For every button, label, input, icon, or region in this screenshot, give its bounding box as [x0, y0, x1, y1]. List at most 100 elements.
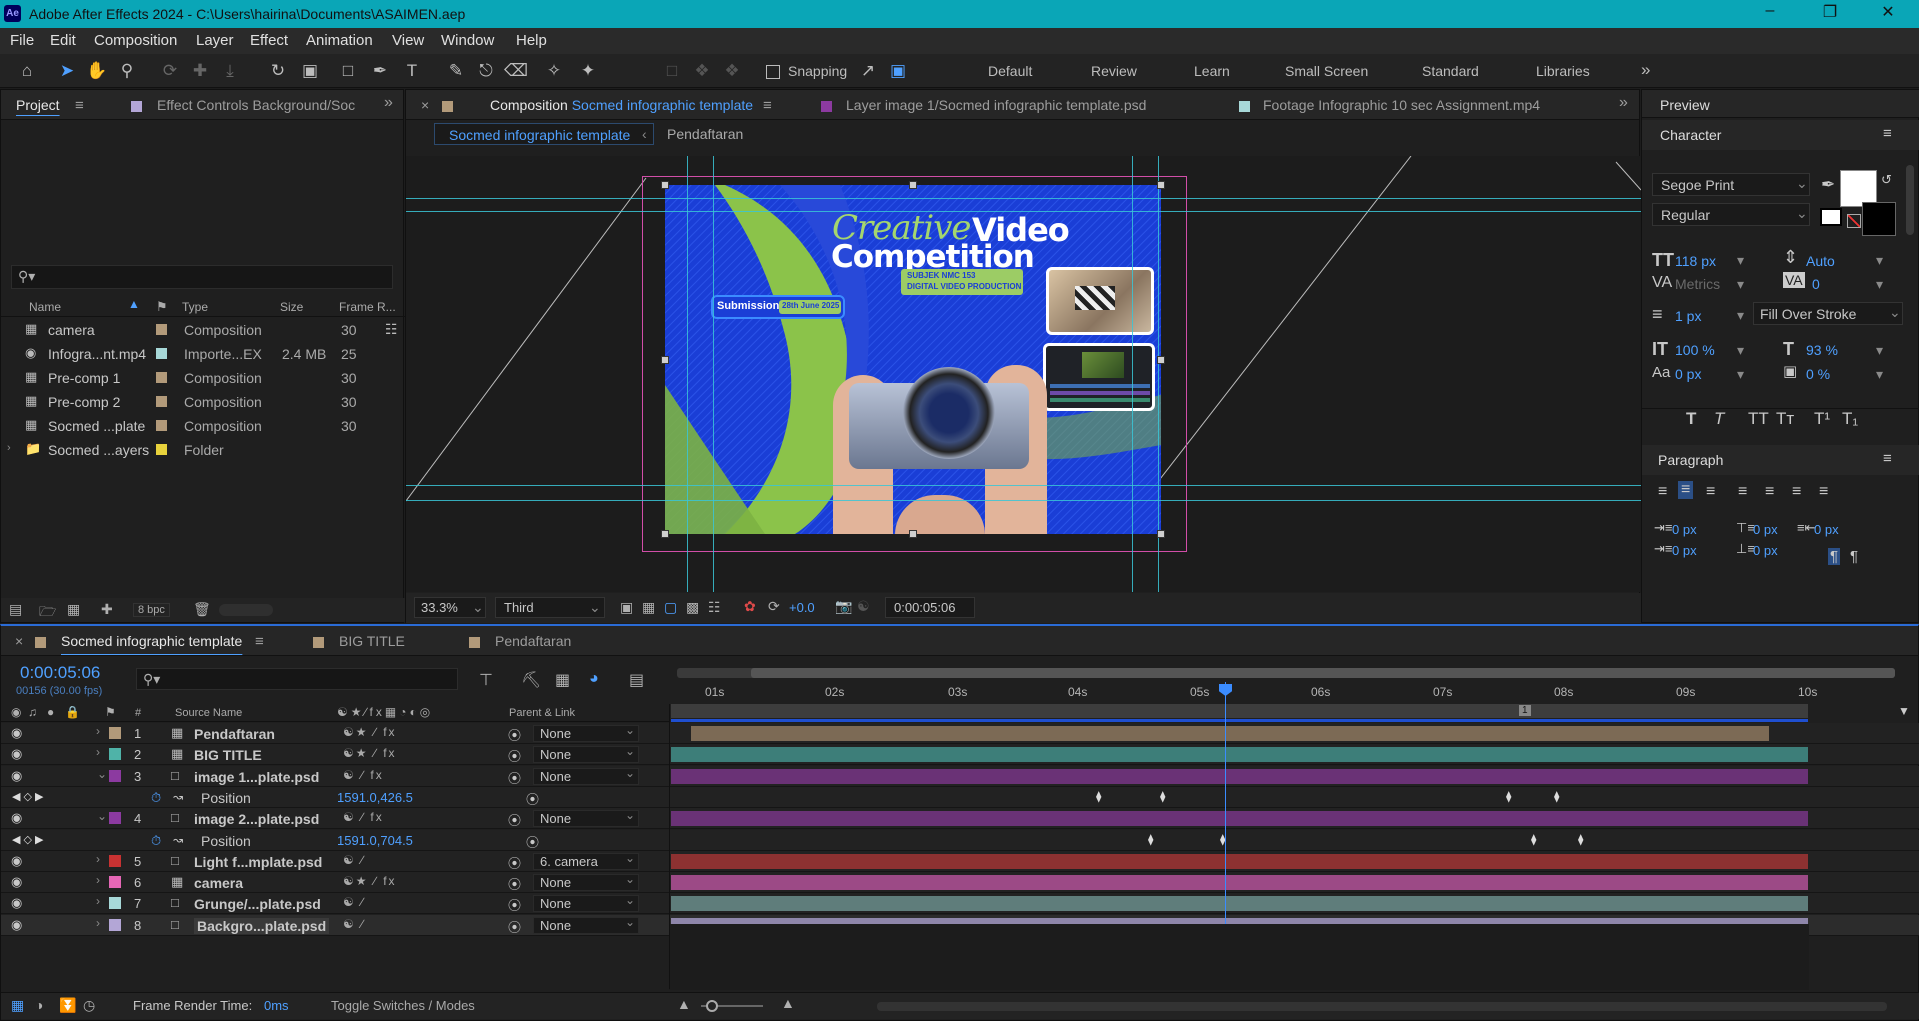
chevron-right-icon[interactable]: ›: [96, 916, 100, 930]
justify-left-icon[interactable]: ≡: [1738, 483, 1747, 501]
close-icon[interactable]: ✕: [1868, 2, 1908, 26]
layer-switches[interactable]: ☯★ ∕ fx: [343, 874, 397, 888]
workspace-more-icon[interactable]: »: [1641, 60, 1650, 80]
axis-local-icon[interactable]: □: [660, 59, 684, 83]
baseline-shift-value[interactable]: 0 px: [1675, 366, 1701, 382]
keyframe-nav-icon[interactable]: ◀ ◇ ▶: [12, 790, 44, 803]
trash-icon[interactable]: 🗑: [193, 601, 211, 618]
property-row[interactable]: ◀ ◇ ▶ ⏱ ↝ Position 1591.0,426.5 ⦿ ⧫ ⧫ ⧫ ⧫: [1, 786, 1919, 808]
menu-animation[interactable]: Animation: [306, 32, 373, 49]
tsume-value[interactable]: 0 %: [1806, 366, 1830, 382]
eye-icon[interactable]: ◉: [11, 917, 22, 933]
layer-duration-bar[interactable]: [671, 853, 1808, 869]
snapping-checkbox[interactable]: [766, 65, 780, 79]
fast-preview-icon[interactable]: ▣: [620, 599, 633, 616]
chevron-down-icon[interactable]: ▾: [1737, 252, 1744, 269]
label-swatch[interactable]: [156, 348, 167, 359]
snapshot-icon[interactable]: 📷: [835, 598, 852, 615]
layer-row[interactable]: ◉ ⌄ 3 □ image 1...plate.psd ☯ ∕ fx ⦿ None ⌄: [1, 765, 1919, 787]
ltr-direction-icon[interactable]: ¶: [1828, 548, 1841, 565]
menu-window[interactable]: Window: [441, 32, 494, 49]
menu-file[interactable]: File: [10, 32, 34, 49]
chevron-down-icon[interactable]: ▾: [1876, 252, 1883, 269]
tab-socmed-template[interactable]: Socmed infographic template: [61, 633, 242, 649]
swap-colors-icon[interactable]: ↺: [1881, 172, 1892, 188]
align-left-icon[interactable]: ≡: [1658, 483, 1667, 501]
layer-switches[interactable]: ☯ ∕: [343, 853, 365, 867]
eye-icon[interactable]: ◉: [11, 746, 22, 762]
layer-row[interactable]: ◉ › 6 ▦ camera ☯★ ∕ fx ⦿ None ⌄: [1, 872, 1919, 894]
stroke-width-value[interactable]: 1 px: [1675, 308, 1701, 324]
layer-switches[interactable]: ☯ ∕: [343, 917, 365, 931]
property-row[interactable]: ◀ ◇ ▶ ⏱ ↝ Position 1591.0,704.5 ⦿ ⧫ ⧫ ⧫ ⧫: [1, 829, 1919, 851]
draft-3d-icon[interactable]: ⛏: [521, 670, 541, 690]
layer-name[interactable]: image 1...plate.psd: [194, 769, 319, 785]
axis-view-icon[interactable]: ❖: [720, 59, 744, 83]
layer-name[interactable]: image 2...plate.psd: [194, 811, 319, 827]
selection-tool-icon[interactable]: ➤: [55, 59, 79, 83]
layer-row[interactable]: ◉ › 7 □ Grunge/...plate.psd ☯ ∕ ⦿ None ⌄: [1, 893, 1919, 915]
keyframe-icon[interactable]: ⧫: [1160, 790, 1165, 803]
workspace-default[interactable]: Default: [988, 63, 1032, 79]
zoom-slider-knob[interactable]: [706, 1000, 718, 1012]
pickwhip-icon[interactable]: ⦿: [508, 853, 521, 872]
layer-switches[interactable]: ☯ ∕: [343, 895, 365, 909]
align-center-icon[interactable]: ≡: [1678, 481, 1694, 499]
layer-row[interactable]: ◉ › 1 ▦ Pendaftaran ☯★ ∕ fx ⦿ None ⌄: [1, 723, 1919, 744]
bit-depth-button[interactable]: 8 bpc: [133, 603, 170, 617]
transparency-grid-icon[interactable]: ▦: [642, 599, 655, 616]
layer-name[interactable]: Backgro...plate.psd: [194, 917, 330, 934]
transform-handle[interactable]: [1157, 356, 1165, 364]
layer-name[interactable]: BIG TITLE: [194, 747, 262, 763]
stopwatch-icon[interactable]: ⏱: [151, 790, 161, 806]
orbit-tool-icon[interactable]: ⟳: [158, 59, 182, 83]
property-value[interactable]: 1591.0,704.5: [337, 833, 413, 848]
label-swatch[interactable]: [156, 420, 167, 431]
project-search-input[interactable]: ⚲▾: [11, 265, 393, 289]
tab-pendaftaran[interactable]: Pendaftaran: [495, 633, 571, 649]
dolly-tool-icon[interactable]: ⤓: [218, 59, 242, 83]
eye-icon[interactable]: ◉: [11, 895, 22, 911]
label-swatch[interactable]: [109, 918, 121, 931]
kerning-value[interactable]: Metrics: [1675, 276, 1720, 292]
layer-duration-bar[interactable]: [671, 875, 1808, 891]
menu-layer[interactable]: Layer: [196, 32, 234, 49]
layer-name[interactable]: Pendaftaran: [194, 726, 275, 742]
guide-horizontal[interactable]: [406, 211, 1641, 212]
chevron-right-icon[interactable]: ›: [96, 745, 100, 759]
close-tab-icon[interactable]: ×: [421, 97, 429, 113]
anchor-tool-icon[interactable]: ▣: [298, 59, 322, 83]
eye-icon[interactable]: ◉: [11, 768, 22, 784]
rtl-direction-icon[interactable]: ¶: [1850, 548, 1858, 565]
work-area-bar[interactable]: [677, 668, 1895, 678]
label-column-icon[interactable]: ⚑: [156, 299, 168, 315]
graph-icon[interactable]: ↝: [173, 790, 183, 804]
resolution-dropdown[interactable]: Third ⌄: [495, 597, 605, 618]
current-timecode[interactable]: 0:00:05:06: [20, 663, 100, 683]
viewer-timecode[interactable]: 0:00:05:06: [885, 597, 975, 618]
timeline-end-icon[interactable]: ▼: [1898, 704, 1910, 718]
pickwhip-icon[interactable]: ⦿: [508, 917, 521, 936]
layer-switches[interactable]: ☯★ ∕ fx: [343, 725, 397, 739]
layer-row[interactable]: ◉ ⌄ 4 □ image 2...plate.psd ☯ ∕ fx ⦿ None ⌄: [1, 808, 1919, 830]
panel-menu-icon[interactable]: ≡: [763, 97, 772, 114]
guide-horizontal[interactable]: [406, 500, 1641, 501]
col-type[interactable]: Type: [182, 300, 208, 314]
render-time-icon[interactable]: ◷: [83, 997, 95, 1014]
chevron-down-icon[interactable]: ▾: [1737, 307, 1744, 324]
transfer-controls-icon[interactable]: ◑: [35, 997, 43, 1013]
interpret-footage-icon[interactable]: ▤: [9, 601, 22, 618]
subscript-icon[interactable]: T₁: [1842, 409, 1858, 429]
eyedropper-icon[interactable]: ✒: [1821, 175, 1835, 195]
roto-brush-icon[interactable]: ✧: [542, 59, 566, 83]
leading-value[interactable]: Auto: [1806, 253, 1835, 269]
chevron-down-icon[interactable]: ▾: [1876, 342, 1883, 359]
snap-edges-icon[interactable]: ↗: [856, 59, 880, 83]
new-folder-icon[interactable]: 🗁: [39, 601, 56, 625]
align-right-icon[interactable]: ≡: [1706, 483, 1715, 501]
graph-editor-icon[interactable]: ▤: [629, 670, 644, 690]
poster-canvas[interactable]: Creative Video Competition SUBJEK NMC 15…: [665, 185, 1161, 534]
menu-help[interactable]: Help: [516, 32, 547, 49]
label-swatch[interactable]: [109, 748, 121, 761]
indent-right-value[interactable]: 0 px: [1814, 522, 1839, 537]
